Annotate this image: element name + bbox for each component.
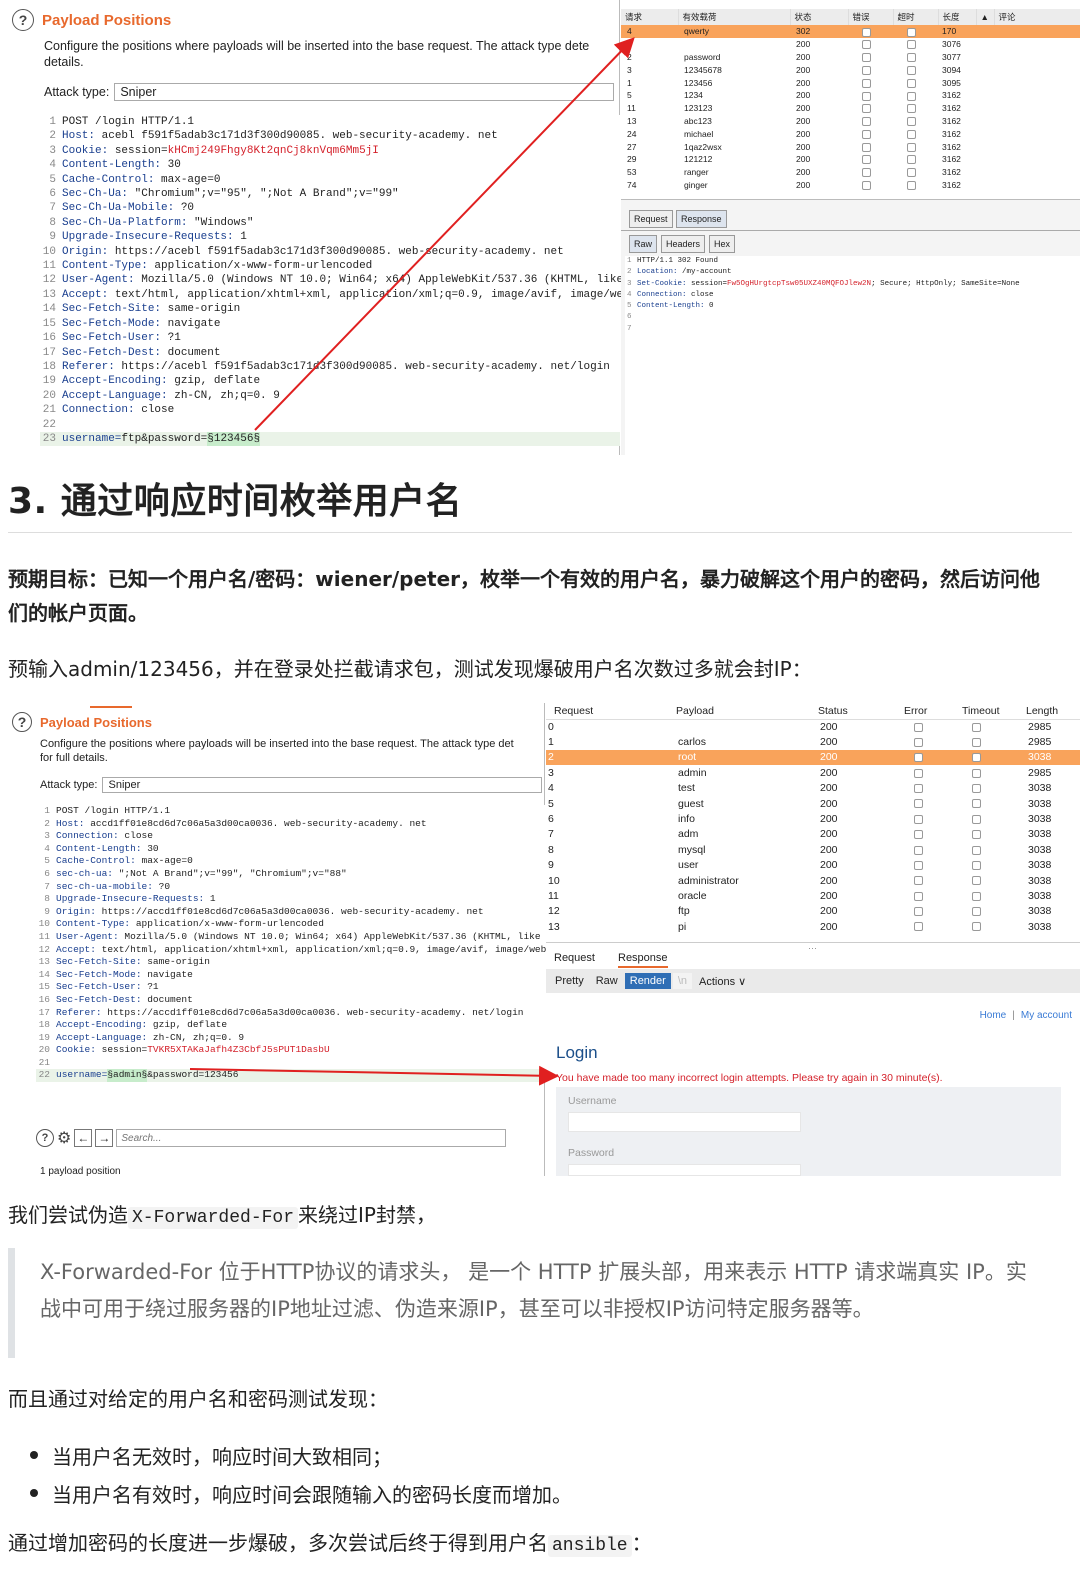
bullet-icon (30, 1489, 38, 1497)
annotation-arrow (254, 37, 635, 431)
p2-code: X-Forwarded-For (128, 1207, 299, 1229)
p4-code: ansible (548, 1535, 632, 1557)
paragraph-2: 我们尝试伪造 X-Forwarded-For 来绕过IP封禁， (8, 1200, 436, 1233)
bullet-list: 当用户名无效时，响应时间大致相同； 当用户名有效时，响应时间会跟随输入的密码长度… (30, 1440, 572, 1508)
section-heading: 3. 通过响应时间枚举用户名 (8, 481, 463, 522)
p2-suffix: 来绕过IP封禁， (298, 1203, 436, 1227)
list-item-text: 当用户名无效时，响应时间大致相同； (52, 1444, 392, 1469)
paragraph-4: 通过增加密码的长度进一步爆破，多次尝试后终于得到用户名 ansible： (8, 1528, 652, 1561)
annotation-arrow-2 (189, 1065, 559, 1086)
burp-screenshot-2: ? Payload Positions Configure the positi… (0, 703, 1080, 1176)
list-item-text: 当用户名有效时，响应时间会跟随输入的密码长度而增加。 (52, 1482, 572, 1507)
blockquote: X-Forwarded-For 位于HTTP协议的请求头， 是一个 HTTP 扩… (40, 1260, 1027, 1321)
heading-divider (8, 532, 1072, 533)
list-item: 当用户名无效时，响应时间大致相同； (30, 1440, 572, 1470)
goal-text: 预期目标：已知一个用户名/密码：wiener/peter，枚举一个有效的用户名，… (8, 567, 1041, 625)
bullet-icon (30, 1451, 38, 1459)
p4-suffix: ： (631, 1531, 652, 1555)
blockquote-bar (8, 1248, 15, 1358)
paragraph-1: 预输入admin/123456，并在登录处拦截请求包，测试发现爆破用户名次数过多… (8, 657, 812, 681)
p4-prefix: 通过增加密码的长度进一步爆破，多次尝试后终于得到用户名 (8, 1531, 548, 1555)
burp-screenshot-1: ? Payload Positions Configure the positi… (0, 0, 1080, 455)
p2-prefix: 我们尝试伪造 (8, 1203, 128, 1227)
paragraph-3: 而且通过对给定的用户名和密码测试发现： (8, 1387, 388, 1411)
list-item: 当用户名有效时，响应时间会跟随输入的密码长度而增加。 (30, 1478, 572, 1508)
